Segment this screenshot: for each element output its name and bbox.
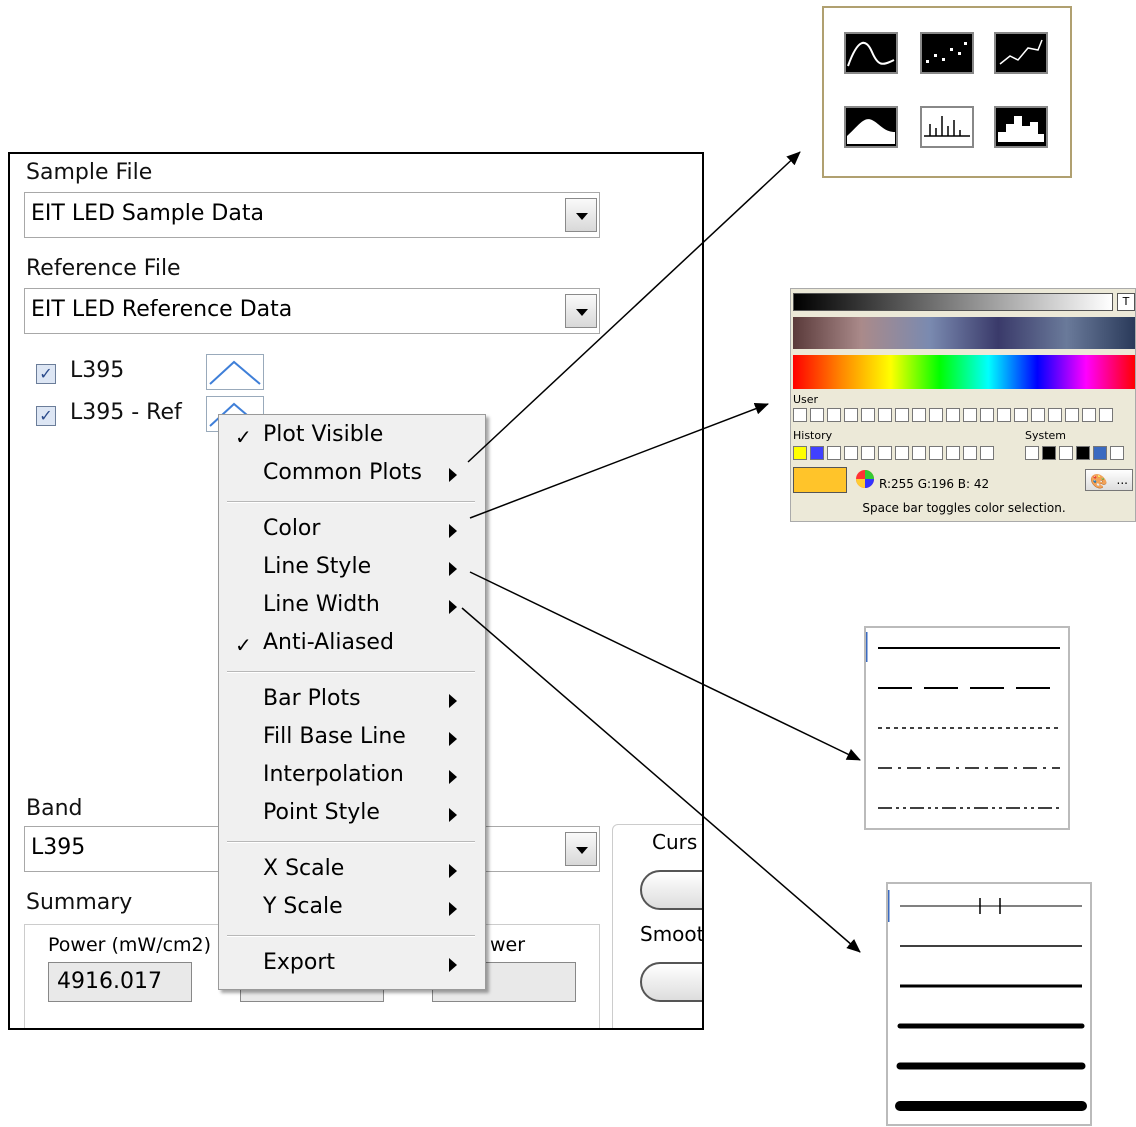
- cursor-label: Curs: [652, 830, 698, 854]
- menu-item-anti-aliased[interactable]: ✓ Anti-Aliased: [219, 627, 485, 663]
- menu-item-line-width[interactable]: Line Width: [219, 589, 485, 625]
- user-label: User: [793, 393, 819, 406]
- more-colors-label: ...: [1116, 473, 1128, 487]
- common-plots-popup: [822, 6, 1072, 178]
- menu-separator: [227, 501, 475, 503]
- menu-item-label: Y Scale: [263, 894, 343, 919]
- cursor-toggle[interactable]: [640, 870, 702, 910]
- line-style-options[interactable]: [866, 628, 1066, 828]
- band-label: Band: [26, 796, 83, 821]
- dropdown-arrow-icon[interactable]: [565, 198, 597, 232]
- muted-color-ramp[interactable]: [793, 317, 1135, 349]
- menu-item-line-style[interactable]: Line Style: [219, 551, 485, 587]
- system-swatches[interactable]: [1025, 445, 1135, 461]
- submenu-arrow-icon: [449, 732, 457, 746]
- power-2-label: wer: [490, 934, 526, 956]
- submenu-arrow-icon: [449, 600, 457, 614]
- submenu-arrow-icon: [449, 770, 457, 784]
- menu-item-label: Interpolation: [263, 762, 404, 787]
- line-width-popup: [886, 882, 1092, 1126]
- submenu-arrow-icon: [449, 468, 457, 482]
- plot1-checkbox[interactable]: ✓: [36, 364, 56, 384]
- smooth-label: Smoot: [640, 922, 704, 946]
- menu-item-color[interactable]: Color: [219, 513, 485, 549]
- submenu-arrow-icon: [449, 524, 457, 538]
- summary-label: Summary: [26, 890, 133, 915]
- more-colors-button[interactable]: 🎨...: [1085, 469, 1133, 491]
- plot2-label: L395 - Ref: [70, 400, 182, 425]
- transparent-button[interactable]: T: [1117, 293, 1135, 311]
- menu-separator: [227, 841, 475, 843]
- palette-icon: 🎨: [1090, 474, 1108, 490]
- menu-item-fill-base-line[interactable]: Fill Base Line: [219, 721, 485, 757]
- grayscale-ramp[interactable]: [793, 293, 1113, 311]
- menu-item-bar-plots[interactable]: Bar Plots: [219, 683, 485, 719]
- scatter-plot-icon[interactable]: [920, 32, 974, 74]
- line-style-popup: [864, 626, 1070, 830]
- reference-file-combo[interactable]: EIT LED Reference Data: [24, 288, 600, 334]
- menu-item-label: Fill Base Line: [263, 724, 406, 749]
- system-label: System: [1025, 429, 1067, 442]
- band-value: L395: [31, 835, 86, 860]
- history-swatches[interactable]: [793, 445, 1013, 461]
- menu-item-y-scale[interactable]: Y Scale: [219, 891, 485, 927]
- menu-item-label: Line Style: [263, 554, 372, 579]
- menu-item-plot-visible[interactable]: ✓ Plot Visible: [219, 419, 485, 455]
- dropdown-arrow-icon[interactable]: [565, 294, 597, 328]
- menu-item-label: Bar Plots: [263, 686, 361, 711]
- menu-item-label: Line Width: [263, 592, 380, 617]
- submenu-arrow-icon: [449, 902, 457, 916]
- fill-bar-plot-icon[interactable]: [994, 106, 1048, 148]
- menu-item-label: Anti-Aliased: [263, 630, 394, 655]
- submenu-arrow-icon: [449, 562, 457, 576]
- menu-item-export[interactable]: Export: [219, 947, 485, 983]
- fill-plot-icon[interactable]: [844, 106, 898, 148]
- power-label: Power (mW/cm2): [48, 934, 212, 956]
- user-swatches[interactable]: [793, 407, 1135, 423]
- rgb-readout: R:255 G:196 B: 42: [879, 477, 990, 491]
- menu-item-label: Plot Visible: [263, 422, 384, 447]
- check-icon: ✓: [235, 425, 252, 449]
- plot1-style-icon[interactable]: [206, 354, 264, 390]
- menu-item-x-scale[interactable]: X Scale: [219, 853, 485, 889]
- color-picker-popup: T User History System R:255 G:196 B: 42 …: [790, 288, 1136, 522]
- hue-ramp[interactable]: [793, 355, 1135, 389]
- menu-separator: [227, 671, 475, 673]
- history-label: History: [793, 429, 833, 442]
- sample-file-value: EIT LED Sample Data: [31, 201, 264, 226]
- color-wheel-icon[interactable]: [855, 469, 875, 489]
- current-color-swatch: [793, 467, 847, 493]
- menu-item-point-style[interactable]: Point Style: [219, 797, 485, 833]
- bar-plot-icon[interactable]: [920, 106, 974, 148]
- check-icon: ✓: [235, 633, 252, 657]
- menu-item-interpolation[interactable]: Interpolation: [219, 759, 485, 795]
- plot-context-menu: ✓ Plot Visible Common Plots Color Line S…: [218, 414, 486, 990]
- plot1-label: L395: [70, 358, 125, 383]
- line-point-plot-icon[interactable]: [994, 32, 1048, 74]
- smooth-toggle[interactable]: [640, 962, 702, 1002]
- submenu-arrow-icon: [449, 808, 457, 822]
- menu-item-label: Common Plots: [263, 460, 423, 485]
- color-hint-text: Space bar toggles color selection.: [862, 501, 1066, 515]
- menu-separator: [227, 935, 475, 937]
- menu-item-label: Export: [263, 950, 336, 975]
- menu-item-label: X Scale: [263, 856, 345, 881]
- power-field[interactable]: 4916.017: [48, 962, 192, 1002]
- line-width-options[interactable]: [888, 884, 1088, 1124]
- plot2-checkbox[interactable]: ✓: [36, 406, 56, 426]
- sample-file-label: Sample File: [26, 160, 153, 185]
- submenu-arrow-icon: [449, 864, 457, 878]
- menu-item-label: Point Style: [263, 800, 380, 825]
- dropdown-arrow-icon[interactable]: [565, 832, 597, 866]
- sample-file-combo[interactable]: EIT LED Sample Data: [24, 192, 600, 238]
- reference-file-value: EIT LED Reference Data: [31, 297, 293, 322]
- menu-item-label: Color: [263, 516, 321, 541]
- line-plot-icon[interactable]: [844, 32, 898, 74]
- menu-item-common-plots[interactable]: Common Plots: [219, 457, 485, 493]
- reference-file-label: Reference File: [26, 256, 181, 281]
- submenu-arrow-icon: [449, 694, 457, 708]
- submenu-arrow-icon: [449, 958, 457, 972]
